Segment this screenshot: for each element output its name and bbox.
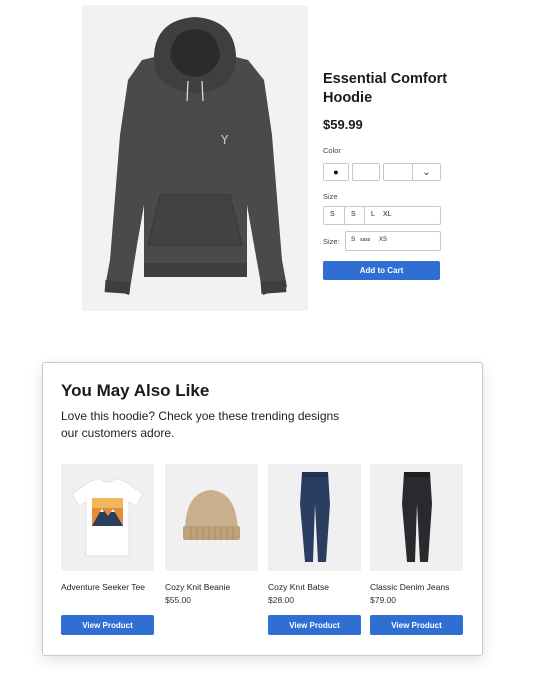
size-option-l[interactable]: L	[371, 211, 375, 218]
beanie-icon	[183, 490, 240, 540]
recommendations-title: You May Also Like	[61, 381, 210, 400]
product-name-jeans-2[interactable]: Classic Denim Jeans	[370, 580, 465, 594]
size-option-s2[interactable]: S	[351, 211, 356, 218]
view-product-button-jeans-1[interactable]: View Product	[268, 615, 361, 635]
product-title-line1: Essential Comfort	[323, 71, 448, 87]
product-price-jeans-1: $28.00	[268, 595, 294, 605]
color-swatch-black[interactable]: ●	[323, 163, 349, 181]
product-price: $59.99	[323, 117, 363, 132]
product-image-blue-jeans[interactable]	[268, 464, 361, 571]
color-swatch-3[interactable]	[383, 163, 413, 181]
recommendations-card: You May Also Like Love this hoodie? Chec…	[42, 362, 483, 656]
size-select-label: Size:	[323, 237, 340, 246]
size-selector[interactable]: S S L XL	[323, 206, 441, 225]
product-image-beanie[interactable]	[165, 464, 258, 571]
product-price-jeans-2: $79.00	[370, 595, 396, 605]
size-select-value-1: S	[351, 236, 356, 243]
view-product-button-jeans-2[interactable]: View Product	[370, 615, 463, 635]
size-select-value-2: sass	[360, 237, 371, 243]
color-label: Color	[323, 146, 341, 155]
color-swatch-2[interactable]	[352, 163, 380, 181]
product-image-black-jeans[interactable]	[370, 464, 463, 571]
chevron-down-icon: ⌄	[422, 166, 431, 178]
tshirt-icon	[71, 477, 144, 557]
product-image[interactable]: Y	[82, 5, 308, 311]
product-info: Essential Comfort Hoodie $59.99	[323, 70, 453, 132]
recommendations-subtitle: Love this hoodie? Check yoe these trendi…	[61, 409, 340, 440]
size-option-xl[interactable]: XL	[383, 211, 392, 218]
product-name-beanie[interactable]: Cozy Knit Beanie	[165, 580, 260, 594]
view-product-button-tee[interactable]: View Product	[61, 615, 154, 635]
add-to-cart-button[interactable]: Add to Cart	[323, 261, 440, 280]
product-name-tee[interactable]: Adventure Seeker Tee	[61, 580, 156, 594]
product-title-line2: Hoodie	[323, 90, 373, 106]
jeans-icon	[300, 472, 330, 562]
product-title: Essential Comfort Hoodie	[323, 70, 453, 108]
color-dropdown[interactable]: ⌄	[412, 163, 441, 181]
size-label: Size	[323, 192, 338, 201]
svg-text:Y: Y	[220, 133, 229, 147]
product-price-beanie: $55.00	[165, 595, 191, 605]
size-option-s[interactable]: S	[330, 211, 335, 218]
size-select-value-3: XS	[379, 237, 388, 243]
product-name-jeans-1[interactable]: Cozy Knıt Batse	[268, 580, 363, 594]
jeans-icon	[402, 472, 432, 562]
size-select[interactable]: S sass XS	[345, 231, 441, 251]
hoodie-icon: Y	[104, 17, 287, 295]
product-image-tee[interactable]	[61, 464, 154, 571]
